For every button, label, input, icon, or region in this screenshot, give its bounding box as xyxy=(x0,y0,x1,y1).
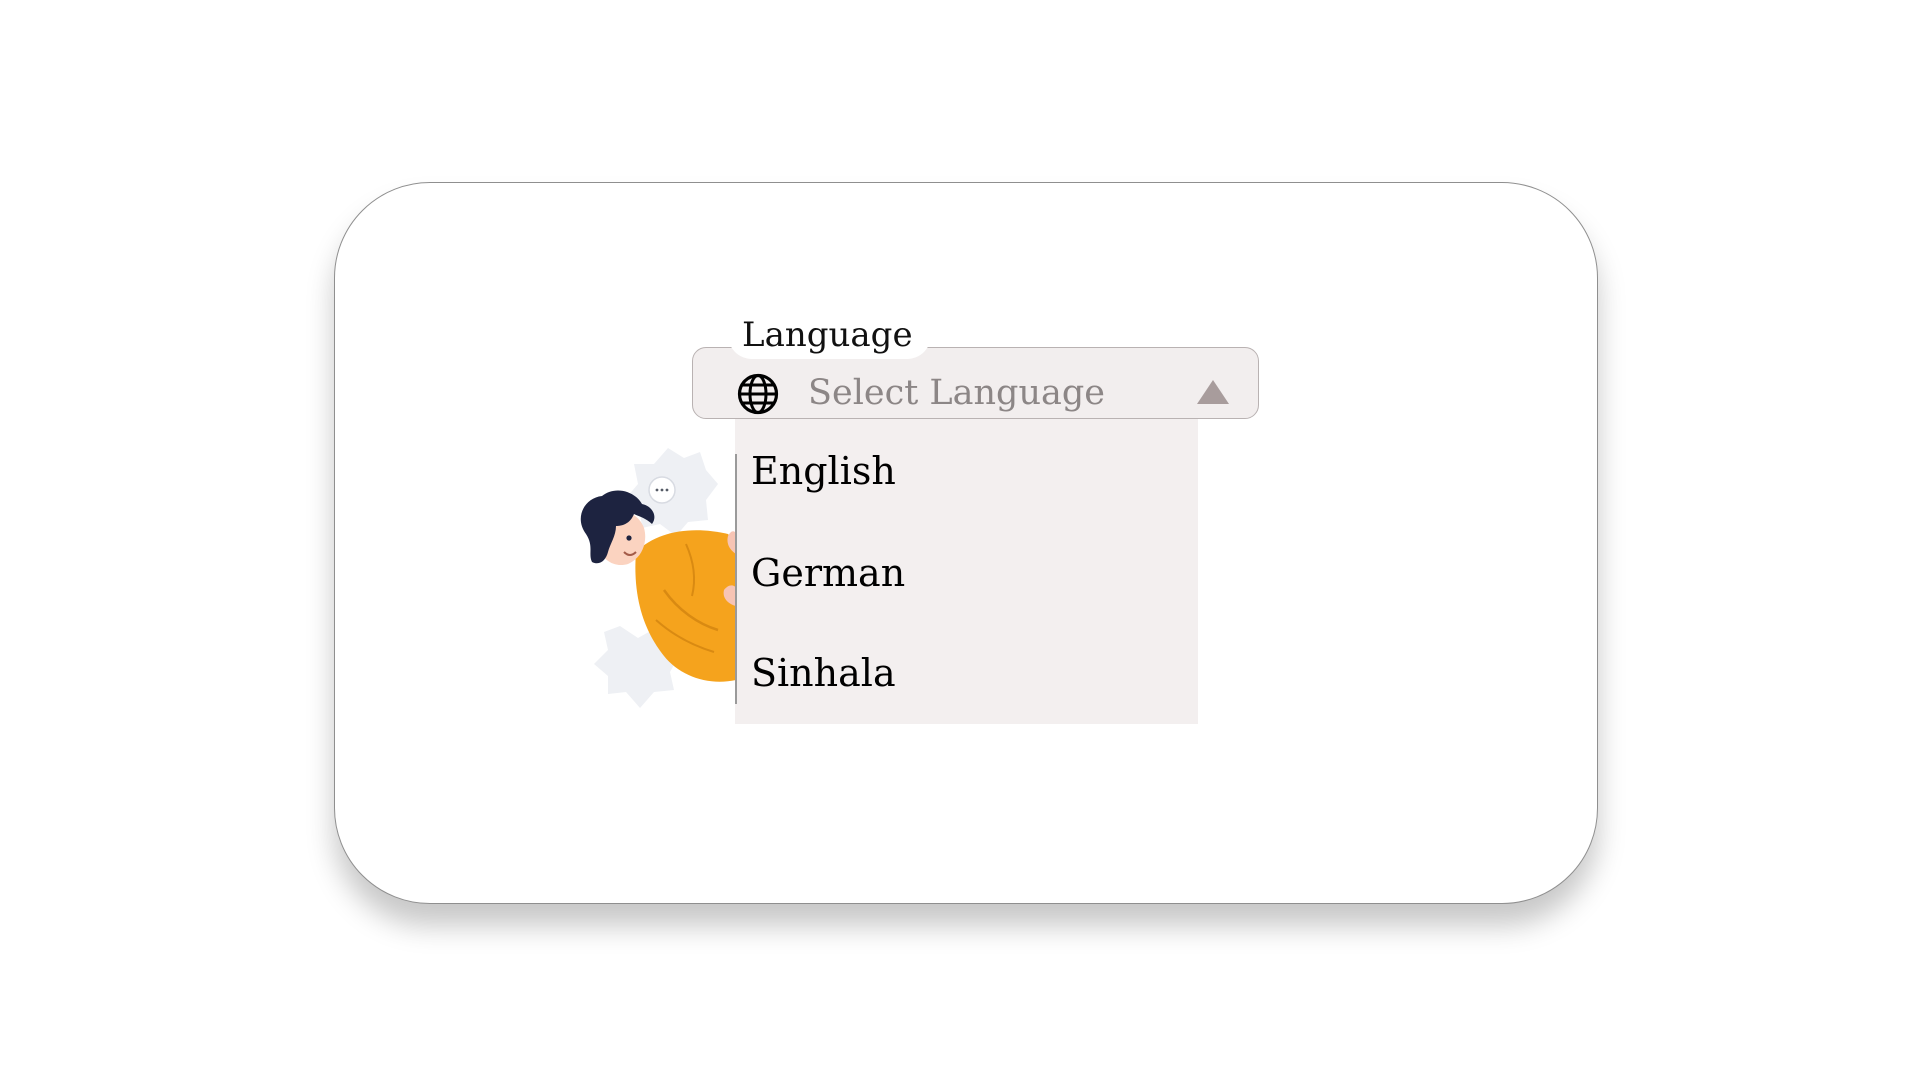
field-label: Language xyxy=(728,309,931,359)
option-german[interactable]: German xyxy=(751,549,905,597)
select-placeholder: Select Language xyxy=(808,373,1105,413)
globe-icon xyxy=(737,373,779,415)
menu-divider xyxy=(735,454,737,704)
language-options-menu: English German Sinhala xyxy=(735,419,1198,724)
caret-up-icon[interactable] xyxy=(1197,380,1229,404)
page: Language Select Language English German … xyxy=(0,0,1920,1080)
option-english[interactable]: English xyxy=(751,447,896,495)
peeking-person-illustration xyxy=(580,448,739,708)
option-sinhala[interactable]: Sinhala xyxy=(751,649,896,697)
